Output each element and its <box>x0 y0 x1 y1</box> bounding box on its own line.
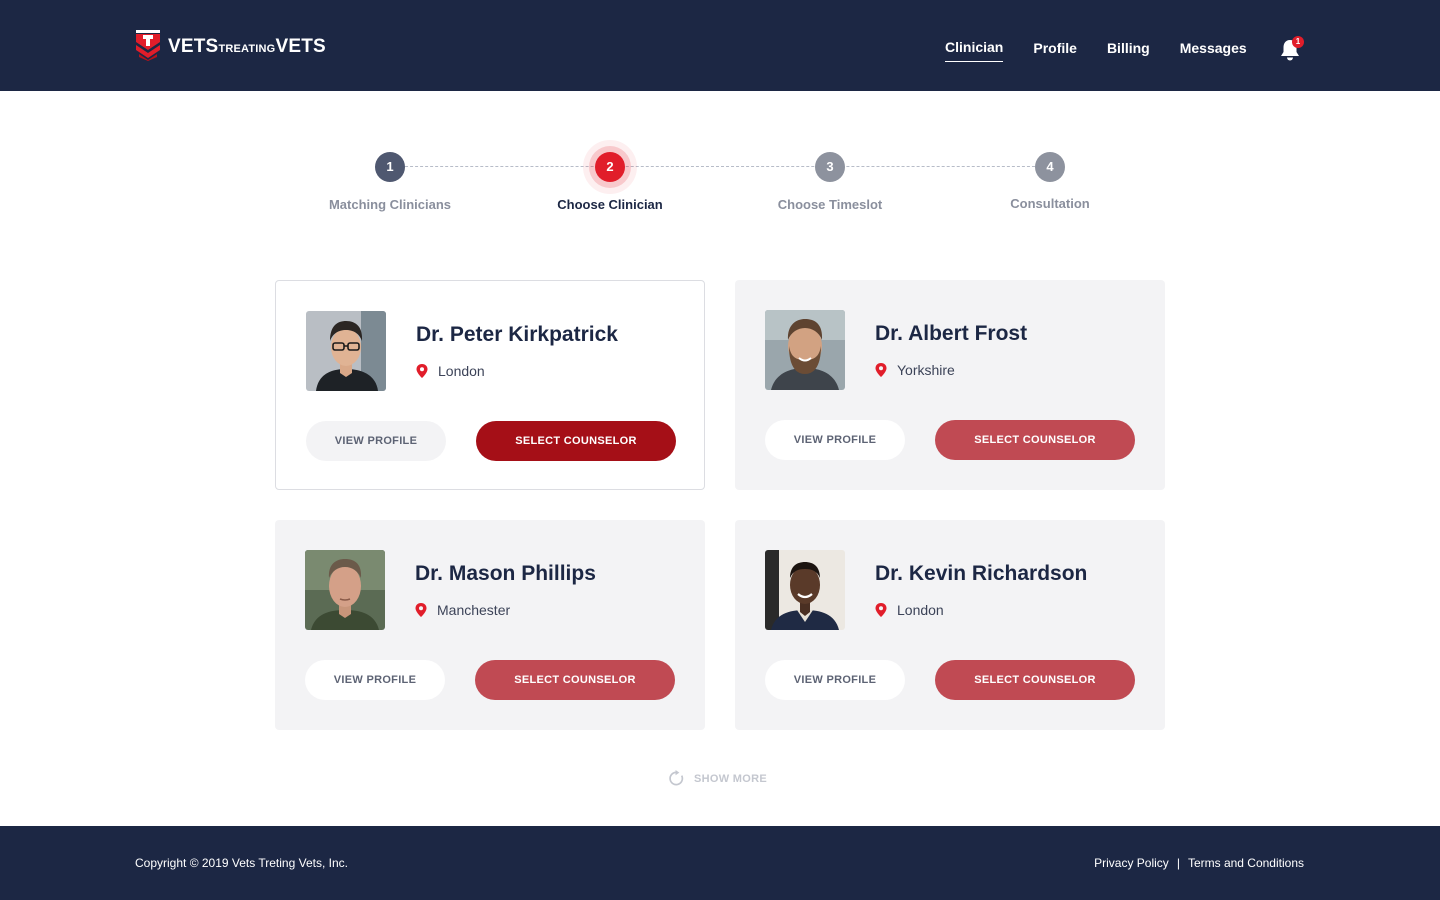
clinician-name: Dr. Mason Phillips <box>415 562 596 585</box>
view-profile-button[interactable]: VIEW PROFILE <box>765 660 905 700</box>
clinician-location: Yorkshire <box>875 362 955 378</box>
clinician-location: London <box>416 363 485 379</box>
shield-logo-icon <box>136 30 160 61</box>
select-counselor-button[interactable]: SELECT COUNSELOR <box>935 420 1135 460</box>
privacy-policy-link[interactable]: Privacy Policy <box>1094 856 1169 870</box>
terms-link[interactable]: Terms and Conditions <box>1188 856 1304 870</box>
top-header: VETSTREATINGVETS Clinician Profile Billi… <box>0 0 1440 91</box>
brand-word-vets: VETS <box>168 36 219 57</box>
clinician-card: Dr. Albert Frost Yorkshire VIEW PROFILE … <box>735 280 1165 490</box>
clinician-name: Dr. Kevin Richardson <box>875 562 1088 585</box>
select-counselor-button[interactable]: SELECT COUNSELOR <box>475 660 675 700</box>
location-text: Yorkshire <box>897 362 955 378</box>
copyright-text: Copyright © 2019 Vets Treting Vets, Inc. <box>135 856 348 870</box>
notification-badge: 1 <box>1292 36 1304 48</box>
clinician-location: Manchester <box>415 602 510 618</box>
refresh-icon <box>669 770 684 786</box>
location-text: London <box>438 363 485 379</box>
step-label: Matching Clinicians <box>328 197 452 212</box>
view-profile-button[interactable]: VIEW PROFILE <box>306 421 446 461</box>
step-number: 1 <box>375 152 405 182</box>
avatar <box>306 311 386 391</box>
avatar <box>305 550 385 630</box>
clinician-photo <box>306 311 386 391</box>
brand-word-treating: TREATING <box>218 43 276 55</box>
location-pin-icon <box>416 364 428 378</box>
clinician-location: London <box>875 602 944 618</box>
avatar <box>765 310 845 390</box>
clinician-card: Dr. Mason Phillips Manchester VIEW PROFI… <box>275 520 705 730</box>
nav-item-clinician[interactable]: Clinician <box>945 39 1004 62</box>
step-number: 3 <box>815 152 845 182</box>
step-number: 4 <box>1035 152 1065 182</box>
select-counselor-button[interactable]: SELECT COUNSELOR <box>476 421 676 461</box>
brand-logo[interactable]: VETSTREATINGVETS <box>135 30 326 62</box>
notifications-button[interactable]: 1 <box>1279 36 1305 62</box>
view-profile-button[interactable]: VIEW PROFILE <box>305 660 445 700</box>
location-text: Manchester <box>437 602 511 618</box>
step-label: Choose Clinician <box>557 197 663 212</box>
nav-item-billing[interactable]: Billing <box>1107 40 1150 62</box>
clinician-name: Dr. Albert Frost <box>875 322 1028 345</box>
brand-word-vets-2: VETS <box>275 36 326 57</box>
progress-stepper: 1 Matching Clinicians 2 Choose Clinician… <box>0 150 1440 230</box>
brand-wordmark: VETSTREATINGVETS <box>168 36 326 58</box>
clinician-card: Dr. Kevin Richardson London VIEW PROFILE… <box>735 520 1165 730</box>
show-more-label: SHOW MORE <box>694 772 767 785</box>
location-pin-icon <box>415 603 427 617</box>
main-nav: Clinician Profile Billing Messages <box>945 39 1277 62</box>
step-matching-clinicians[interactable]: 1 Matching Clinicians <box>290 150 490 212</box>
step-choose-timeslot: 3 Choose Timeslot <box>730 150 930 212</box>
clinician-card: Dr. Peter Kirkpatrick London VIEW PROFIL… <box>275 280 705 490</box>
clinician-photo <box>305 550 385 630</box>
footer-links: Privacy Policy | Terms and Conditions <box>1094 856 1304 870</box>
avatar <box>765 550 845 630</box>
step-consultation: 4 Consultation <box>950 150 1150 211</box>
page-footer: Copyright © 2019 Vets Treting Vets, Inc.… <box>0 826 1440 900</box>
nav-item-messages[interactable]: Messages <box>1180 40 1247 62</box>
select-counselor-button[interactable]: SELECT COUNSELOR <box>935 660 1135 700</box>
view-profile-button[interactable]: VIEW PROFILE <box>765 420 905 460</box>
step-choose-clinician[interactable]: 2 Choose Clinician <box>510 150 710 212</box>
step-label: Choose Timeslot <box>777 197 883 212</box>
nav-item-profile[interactable]: Profile <box>1033 40 1077 62</box>
show-more-button[interactable]: SHOW MORE <box>668 770 767 787</box>
clinician-name: Dr. Peter Kirkpatrick <box>416 323 618 346</box>
clinician-photo <box>765 310 845 390</box>
location-pin-icon <box>875 603 887 617</box>
location-pin-icon <box>875 363 887 377</box>
step-number: 2 <box>595 152 625 182</box>
footer-separator: | <box>1176 856 1180 870</box>
location-text: London <box>897 602 944 618</box>
step-label: Consultation <box>1010 196 1090 211</box>
clinician-photo <box>765 550 845 630</box>
